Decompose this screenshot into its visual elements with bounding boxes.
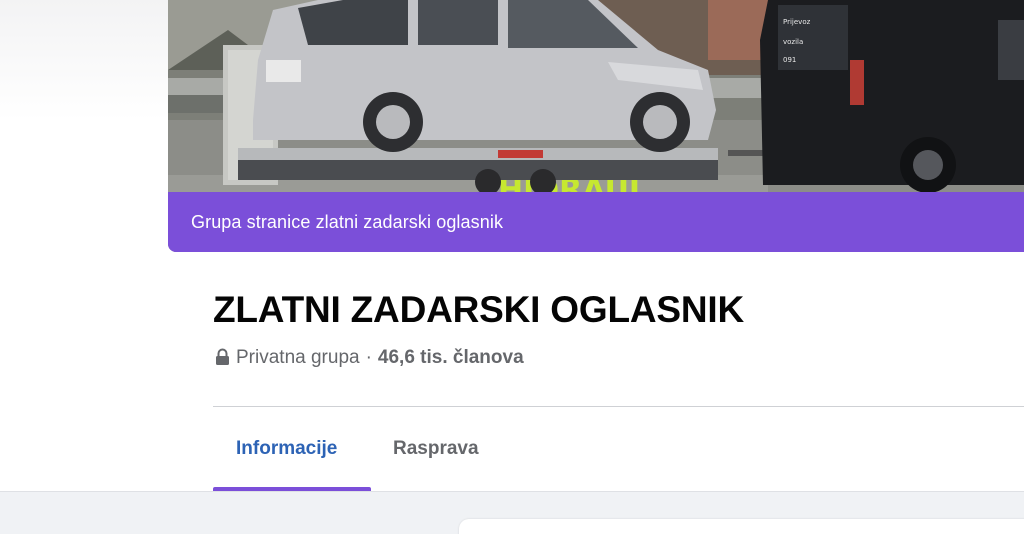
banner-prefix: Grupa stranice [191,211,316,232]
member-count[interactable]: 46,6 tis. članova [378,347,524,369]
cover-photo-image: HIDRAUL Prijevoz vozila 091 [168,0,1024,200]
header-divider [213,406,1024,407]
svg-text:091: 091 [783,56,796,64]
group-meta: Privatna grupa · 46,6 tis. članova [215,347,524,369]
meta-separator: · [365,347,372,368]
lock-icon [216,348,229,365]
facebook-group-page: HIDRAUL Prijevoz vozila 091 Grupa strani… [0,0,1024,534]
tab-informacije[interactable]: Informacije [236,438,337,460]
group-title[interactable]: ZLATNI ZADARSKI OGLASNIK [213,289,744,331]
parent-page-link[interactable]: zlatni zadarski oglasnik [316,212,504,232]
cover-banner-text: Grupa stranice zlatni zadarski oglasnik [191,212,503,233]
svg-text:Prijevoz: Prijevoz [783,18,811,26]
privacy-label: Privatna grupa [236,347,360,368]
svg-text:vozila: vozila [783,38,803,46]
tab-rasprava[interactable]: Rasprava [393,438,479,460]
cover-banner: Grupa stranice zlatni zadarski oglasnik [168,192,1024,252]
content-card [459,519,1024,534]
cover-photo[interactable]: HIDRAUL Prijevoz vozila 091 Grupa strani… [168,0,1024,252]
